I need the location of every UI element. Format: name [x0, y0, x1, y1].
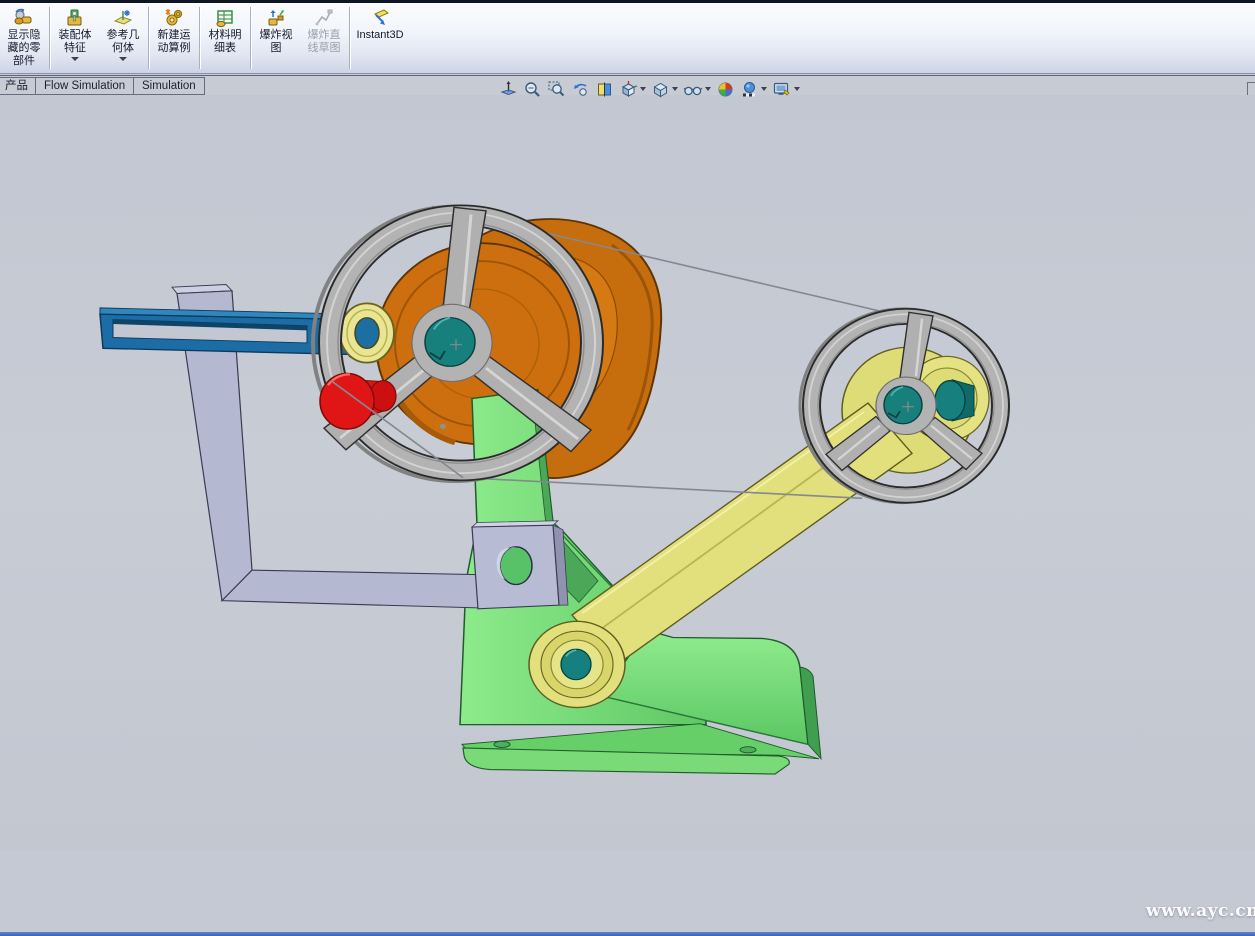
dropdown-arrow-icon[interactable]	[794, 87, 800, 91]
button-label: 爆炸直线草图	[306, 29, 342, 55]
base-hole	[740, 747, 756, 753]
view-orientation-icon[interactable]	[618, 80, 647, 99]
dropdown-arrow-icon[interactable]	[761, 87, 767, 91]
bill-of-materials-button[interactable]: 材料明细表	[201, 3, 249, 73]
toolbar-separator	[148, 7, 149, 69]
dropdown-arrow-icon[interactable]	[705, 87, 711, 91]
window-bottom-edge	[0, 932, 1255, 936]
toolbar-separator	[199, 7, 200, 69]
normal-to-icon[interactable]	[498, 80, 519, 99]
pivot-pin[interactable]	[561, 649, 591, 680]
solidworks-window: 显示隐藏的零部件 装配体特征	[0, 0, 1255, 936]
button-label: 参考几何体	[105, 29, 141, 55]
previous-view-icon[interactable]	[570, 80, 591, 99]
tab-label: 产品	[5, 80, 28, 92]
toolbar-separator	[49, 7, 50, 69]
explode-line-sketch-button[interactable]: 爆炸直线草图	[300, 3, 348, 73]
show-hidden-components-button[interactable]: 显示隐藏的零部件	[0, 3, 48, 73]
display-style-icon[interactable]	[650, 80, 679, 99]
base-hole	[494, 741, 510, 747]
button-label: 材料明细表	[207, 29, 243, 55]
reference-geometry-icon	[112, 7, 134, 29]
vertex-point	[440, 424, 446, 429]
driven-shaft-hub[interactable]	[884, 386, 922, 424]
button-label: 爆炸视图	[258, 29, 294, 55]
instant3d-button[interactable]: Instant3D	[351, 3, 409, 73]
drive-shaft-hub[interactable]	[425, 318, 475, 367]
button-label: Instant3D	[352, 29, 408, 42]
explode-line-sketch-icon	[313, 7, 335, 29]
toolbar-separator	[250, 7, 251, 69]
zoom-to-area-icon[interactable]	[546, 80, 567, 99]
command-toolbar: 显示隐藏的零部件 装配体特征	[0, 3, 1255, 74]
tab-simulation[interactable]: Simulation	[133, 77, 205, 95]
dropdown-arrow-icon[interactable]	[71, 57, 79, 61]
button-label: 装配体特征	[57, 29, 93, 55]
dropdown-arrow-icon[interactable]	[640, 87, 646, 91]
tab-office-products[interactable]: 产品	[0, 77, 37, 95]
new-motion-study-icon	[163, 7, 185, 29]
apply-scene-icon[interactable]	[739, 80, 768, 99]
toolbar-separator	[349, 7, 350, 69]
tab-label: Flow Simulation	[44, 80, 125, 92]
reference-geometry-button[interactable]: 参考几何体	[99, 3, 147, 73]
exploded-view-button[interactable]: 爆炸视图	[252, 3, 300, 73]
edit-appearance-icon[interactable]	[715, 80, 736, 99]
hide-show-items-icon[interactable]	[682, 80, 712, 99]
tab-flow-simulation[interactable]: Flow Simulation	[35, 77, 134, 95]
section-view-icon[interactable]	[594, 80, 615, 99]
collapsed-panel-handle[interactable]	[1247, 82, 1255, 96]
assembly-features-button[interactable]: 装配体特征	[51, 3, 99, 73]
new-motion-study-button[interactable]: 新建运动算例	[150, 3, 198, 73]
heads-up-view-toolbar	[498, 79, 801, 99]
watermark-text: www.ayc.cn	[1146, 901, 1248, 921]
button-label: 显示隐藏的零部件	[6, 29, 42, 68]
dropdown-arrow-icon[interactable]	[672, 87, 678, 91]
tab-label: Simulation	[142, 80, 196, 92]
zoom-to-fit-icon[interactable]	[522, 80, 543, 99]
instant3d-icon	[369, 7, 391, 29]
bill-of-materials-icon	[214, 7, 236, 29]
assembly-features-icon	[64, 7, 86, 29]
view-settings-icon[interactable]	[771, 80, 801, 99]
exploded-view-icon	[265, 7, 287, 29]
button-label: 新建运动算例	[156, 29, 192, 55]
bracket-hole	[500, 547, 532, 585]
dropdown-arrow-icon[interactable]	[119, 57, 127, 61]
show-hidden-components-icon	[13, 7, 35, 29]
graphics-viewport[interactable]	[0, 95, 1255, 933]
driven-shaft[interactable]	[935, 381, 965, 421]
